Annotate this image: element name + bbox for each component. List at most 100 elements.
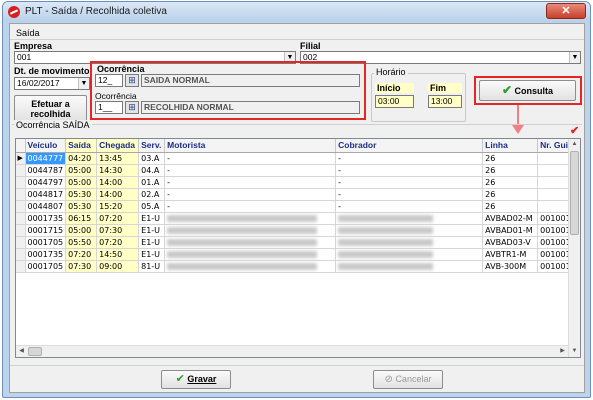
table-cell[interactable]: 07:20 — [96, 236, 140, 249]
table-cell[interactable]: - — [164, 200, 337, 213]
table-row[interactable]: 0044787 05:00 14:30 04.A - -26 — [16, 164, 579, 177]
column-header[interactable]: Motorista — [164, 139, 337, 153]
table-row[interactable]: 0044807 05:30 15:20 05.A - -26 — [16, 200, 579, 213]
column-header[interactable]: Linha — [482, 139, 539, 153]
table-cell[interactable]: 07:30 — [65, 260, 98, 273]
table-cell[interactable]: 26 — [482, 200, 539, 213]
row-indicator[interactable] — [16, 188, 26, 201]
scroll-down-icon[interactable]: ▼ — [569, 346, 580, 357]
column-header[interactable]: Chegada — [96, 139, 140, 153]
close-button[interactable]: ✕ — [546, 3, 586, 19]
chevron-down-icon[interactable]: ▼ — [569, 52, 580, 63]
column-header[interactable]: Saída — [65, 139, 98, 153]
table-cell[interactable]: AVB-300M — [482, 260, 539, 273]
table-cell[interactable]: 04.A — [138, 164, 166, 177]
lookup-icon[interactable]: ⊞ — [125, 101, 139, 114]
table-cell[interactable]: 14:30 — [96, 164, 140, 177]
table-cell[interactable]: 07:20 — [96, 212, 140, 225]
table-row[interactable]: 0001715 05:00 07:30 E1-U AVBAD01-M 0010011 — [16, 224, 579, 237]
vertical-scrollbar[interactable]: ▲ ▼ — [568, 139, 580, 357]
table-cell[interactable]: 0044797 — [25, 176, 67, 189]
table-row[interactable]: 0001735 07:20 14:50 E1-U AVBTR1-M 0010011 — [16, 248, 579, 261]
scroll-right-icon[interactable]: ▶ — [557, 346, 568, 357]
table-cell[interactable]: 26 — [482, 152, 539, 165]
row-indicator[interactable] — [16, 236, 26, 249]
table-cell[interactable]: 26 — [482, 176, 539, 189]
table-row[interactable]: ▶ 0044777 04:20 13:45 03.A - -26 — [16, 152, 579, 165]
horizontal-scrollbar[interactable]: ◀ ▶ — [16, 345, 568, 357]
table-cell[interactable]: AVBAD02-M — [482, 212, 539, 225]
table-cell[interactable]: 0001735 — [25, 212, 67, 225]
table-cell[interactable]: 13:45 — [96, 152, 140, 165]
table-cell[interactable]: - — [335, 200, 484, 213]
menu-saida[interactable]: Saída — [16, 28, 40, 38]
table-cell[interactable]: 26 — [482, 164, 539, 177]
table-cell[interactable]: 0001715 — [25, 224, 67, 237]
table-cell[interactable]: - — [335, 152, 484, 165]
chevron-down-icon[interactable]: ▼ — [78, 78, 89, 89]
fim-field[interactable]: 13:00 — [428, 95, 462, 108]
table-cell[interactable]: 06:15 — [65, 212, 98, 225]
table-cell[interactable] — [164, 212, 337, 225]
row-indicator[interactable] — [16, 260, 26, 273]
efetuar-recolhida-button[interactable]: Efetuar a recolhida — [14, 95, 87, 122]
table-cell[interactable]: AVBAD03-V — [482, 236, 539, 249]
dt-movimento-field[interactable]: 16/02/2017 ▼ — [14, 77, 90, 90]
table-cell[interactable]: 01.A — [138, 176, 166, 189]
row-indicator[interactable] — [16, 176, 26, 189]
row-indicator[interactable] — [16, 212, 26, 225]
table-cell[interactable]: - — [335, 188, 484, 201]
table-cell[interactable]: 0044787 — [25, 164, 67, 177]
ocorrencia-saida-code-field[interactable]: 12_ — [95, 74, 123, 87]
table-cell[interactable]: 02.A — [138, 188, 166, 201]
table-cell[interactable]: 05:30 — [65, 188, 98, 201]
table-cell[interactable]: E1-U — [138, 236, 166, 249]
table-cell[interactable]: 07:20 — [65, 248, 98, 261]
table-cell[interactable]: E1-U — [138, 224, 166, 237]
table-cell[interactable]: 07:30 — [96, 224, 140, 237]
table-cell[interactable]: 15:20 — [96, 200, 140, 213]
row-indicator[interactable] — [16, 248, 26, 261]
table-cell[interactable]: - — [335, 176, 484, 189]
table-cell[interactable]: 0044817 — [25, 188, 67, 201]
vertical-scroll-thumb[interactable] — [570, 151, 579, 235]
row-indicator[interactable] — [16, 200, 26, 213]
table-cell[interactable]: E1-U — [138, 248, 166, 261]
table-cell[interactable]: - — [164, 164, 337, 177]
table-cell[interactable]: AVBAD01-M — [482, 224, 539, 237]
table-row[interactable]: 0044817 05:30 14:00 02.A - -26 — [16, 188, 579, 201]
vehicle-grid[interactable]: Veículo Saída Chegada Serv. Motorista Co… — [15, 138, 581, 358]
table-cell[interactable]: 0044777 — [25, 152, 67, 165]
table-cell[interactable]: AVBTR1-M — [482, 248, 539, 261]
gravar-button[interactable]: ✔ Gravar — [161, 370, 231, 389]
table-row[interactable]: 0001705 07:30 09:00 81-U AVB-300M 0010011 — [16, 260, 579, 273]
horizontal-scroll-thumb[interactable] — [28, 347, 42, 356]
table-cell[interactable] — [335, 248, 484, 261]
table-cell[interactable]: 14:00 — [96, 176, 140, 189]
table-row[interactable]: 0044797 05:00 14:00 01.A - -26 — [16, 176, 579, 189]
table-row[interactable]: 0001705 05:50 07:20 E1-U AVBAD03-V 0010011 — [16, 236, 579, 249]
table-cell[interactable]: 14:50 — [96, 248, 140, 261]
title-bar[interactable]: PLT - Saída / Recolhida coletiva ✕ — [3, 2, 590, 22]
column-header[interactable]: Cobrador — [335, 139, 484, 153]
table-cell[interactable]: - — [164, 152, 337, 165]
table-cell[interactable]: 0044807 — [25, 200, 67, 213]
table-cell[interactable]: 0001705 — [25, 236, 67, 249]
table-cell[interactable]: 0001705 — [25, 260, 67, 273]
current-row-indicator-icon[interactable]: ▶ — [16, 152, 26, 165]
table-cell[interactable]: 26 — [482, 188, 539, 201]
table-cell[interactable] — [335, 224, 484, 237]
table-cell[interactable] — [164, 248, 337, 261]
table-cell[interactable]: 05:30 — [65, 200, 98, 213]
table-cell[interactable]: 05:00 — [65, 164, 98, 177]
table-cell[interactable]: 81-U — [138, 260, 166, 273]
row-indicator[interactable] — [16, 164, 26, 177]
table-cell[interactable] — [335, 212, 484, 225]
consulta-button[interactable]: ✔ Consulta — [479, 80, 576, 101]
column-header[interactable]: Veículo — [25, 139, 67, 153]
table-cell[interactable]: E1-U — [138, 212, 166, 225]
table-cell[interactable]: 05:00 — [65, 224, 98, 237]
cancelar-button[interactable]: ⊘ Cancelar — [373, 370, 443, 389]
scroll-left-icon[interactable]: ◀ — [16, 346, 27, 357]
table-cell[interactable]: 05.A — [138, 200, 166, 213]
